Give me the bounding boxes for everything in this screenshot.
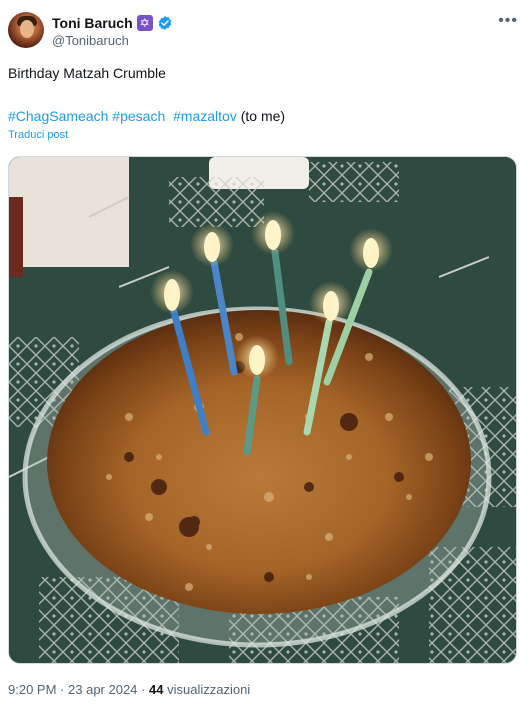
post-date[interactable]: 23 apr 2024 <box>68 682 137 697</box>
post-meta: 9:20 PM · 23 apr 2024 · 44 visualizzazio… <box>8 682 250 697</box>
name-row: Toni Baruch ✡ <box>52 14 173 32</box>
post-media-image[interactable] <box>8 156 517 664</box>
door-frame <box>9 197 23 277</box>
trailing-text: (to me) <box>240 108 286 124</box>
hashtag-pesach[interactable]: #pesach <box>112 108 165 124</box>
cake-photo <box>9 157 516 663</box>
star-of-david-icon: ✡ <box>136 15 153 31</box>
hashtag-chagsameach[interactable]: #ChagSameach <box>8 108 108 124</box>
views-label: visualizzazioni <box>167 682 251 697</box>
avatar-face <box>20 20 34 38</box>
hashtag-line: #ChagSameach #pesach #mazaltov (to me) <box>8 107 285 125</box>
post-text: Birthday Matzah Crumble <box>8 65 166 81</box>
more-options-icon[interactable]: ••• <box>498 12 518 30</box>
verified-badge-icon <box>158 16 171 30</box>
post-time[interactable]: 9:20 PM <box>8 682 56 697</box>
post-header: Toni Baruch ✡ @Tonibaruch ••• <box>8 10 522 54</box>
avatar[interactable] <box>8 12 44 48</box>
wall-background <box>9 157 129 267</box>
display-name[interactable]: Toni Baruch <box>52 15 133 31</box>
views-count: 44 <box>149 682 164 697</box>
meta-separator: · <box>60 682 65 697</box>
translate-post-link[interactable]: Traduci post <box>8 129 68 141</box>
meta-separator-2: · <box>141 682 146 697</box>
user-handle[interactable]: @Tonibaruch <box>52 33 129 48</box>
hashtag-mazaltov[interactable]: #mazaltov <box>173 108 237 124</box>
